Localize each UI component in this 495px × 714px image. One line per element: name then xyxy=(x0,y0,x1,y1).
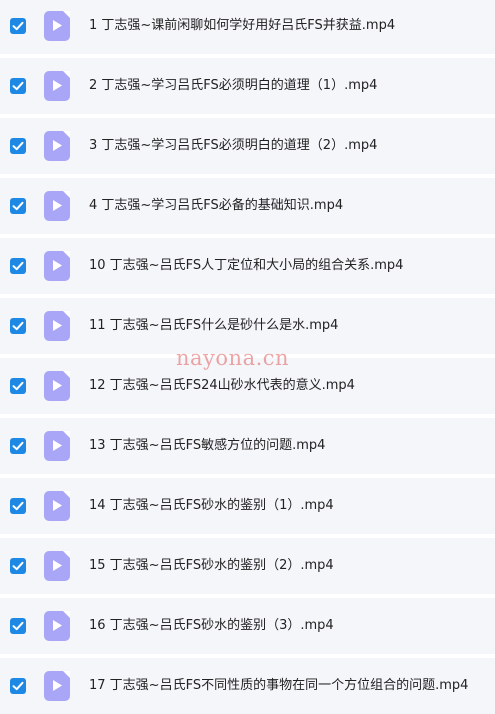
file-name[interactable]: 10 丁志强~吕氏FS人丁定位和大小局的组合关系.mp4 xyxy=(89,257,403,275)
file-name[interactable]: 14 丁志强~吕氏FS砂水的鉴别（1）.mp4 xyxy=(89,497,334,515)
file-row[interactable]: 14 丁志强~吕氏FS砂水的鉴别（1）.mp4 xyxy=(0,478,495,534)
watermark: nayona.cn xyxy=(176,346,290,370)
checkbox-checked-icon[interactable] xyxy=(10,378,26,394)
file-row[interactable]: 15 丁志强~吕氏FS砂水的鉴别（2）.mp4 xyxy=(0,538,495,594)
video-file-icon xyxy=(44,491,70,521)
checkbox-checked-icon[interactable] xyxy=(10,138,26,154)
file-name[interactable]: 1 丁志强~课前闲聊如何学好用好吕氏FS并获益.mp4 xyxy=(89,17,395,35)
video-file-icon xyxy=(44,431,70,461)
checkbox-checked-icon[interactable] xyxy=(10,198,26,214)
checkbox-checked-icon[interactable] xyxy=(10,558,26,574)
file-row[interactable]: 16 丁志强~吕氏FS砂水的鉴别（3）.mp4 xyxy=(0,598,495,654)
file-name[interactable]: 4 丁志强~学习吕氏FS必备的基础知识.mp4 xyxy=(89,197,343,215)
checkbox-checked-icon[interactable] xyxy=(10,18,26,34)
file-name[interactable]: 2 丁志强~学习吕氏FS必须明白的道理（1）.mp4 xyxy=(89,77,377,95)
video-file-icon xyxy=(44,671,70,701)
video-file-icon xyxy=(44,71,70,101)
file-name[interactable]: 11 丁志强~吕氏FS什么是砂什么是水.mp4 xyxy=(89,317,338,335)
checkbox-checked-icon[interactable] xyxy=(10,438,26,454)
video-file-icon xyxy=(44,551,70,581)
file-name[interactable]: 15 丁志强~吕氏FS砂水的鉴别（2）.mp4 xyxy=(89,557,334,575)
file-row[interactable]: 10 丁志强~吕氏FS人丁定位和大小局的组合关系.mp4 xyxy=(0,238,495,294)
video-file-icon xyxy=(44,251,70,281)
checkbox-checked-icon[interactable] xyxy=(10,258,26,274)
checkbox-checked-icon[interactable] xyxy=(10,498,26,514)
video-file-icon xyxy=(44,611,70,641)
file-row[interactable]: 1 丁志强~课前闲聊如何学好用好吕氏FS并获益.mp4 xyxy=(0,0,495,54)
file-row[interactable]: 2 丁志强~学习吕氏FS必须明白的道理（1）.mp4 xyxy=(0,58,495,114)
video-file-icon xyxy=(44,11,70,41)
file-name[interactable]: 17 丁志强~吕氏FS不同性质的事物在同一个方位组合的问题.mp4 xyxy=(89,677,468,695)
checkbox-checked-icon[interactable] xyxy=(10,618,26,634)
file-row[interactable]: 17 丁志强~吕氏FS不同性质的事物在同一个方位组合的问题.mp4 xyxy=(0,658,495,714)
file-name[interactable]: 13 丁志强~吕氏FS敏感方位的问题.mp4 xyxy=(89,437,325,455)
video-file-icon xyxy=(44,311,70,341)
file-name[interactable]: 3 丁志强~学习吕氏FS必须明白的道理（2）.mp4 xyxy=(89,137,377,155)
file-name[interactable]: 16 丁志强~吕氏FS砂水的鉴别（3）.mp4 xyxy=(89,617,334,635)
checkbox-checked-icon[interactable] xyxy=(10,78,26,94)
video-file-icon xyxy=(44,371,70,401)
file-row[interactable]: 3 丁志强~学习吕氏FS必须明白的道理（2）.mp4 xyxy=(0,118,495,174)
checkbox-checked-icon[interactable] xyxy=(10,678,26,694)
file-name[interactable]: 12 丁志强~吕氏FS24山砂水代表的意义.mp4 xyxy=(89,377,355,395)
video-file-icon xyxy=(44,131,70,161)
file-row[interactable]: 13 丁志强~吕氏FS敏感方位的问题.mp4 xyxy=(0,418,495,474)
checkbox-checked-icon[interactable] xyxy=(10,318,26,334)
video-file-icon xyxy=(44,191,70,221)
file-row[interactable]: 4 丁志强~学习吕氏FS必备的基础知识.mp4 xyxy=(0,178,495,234)
